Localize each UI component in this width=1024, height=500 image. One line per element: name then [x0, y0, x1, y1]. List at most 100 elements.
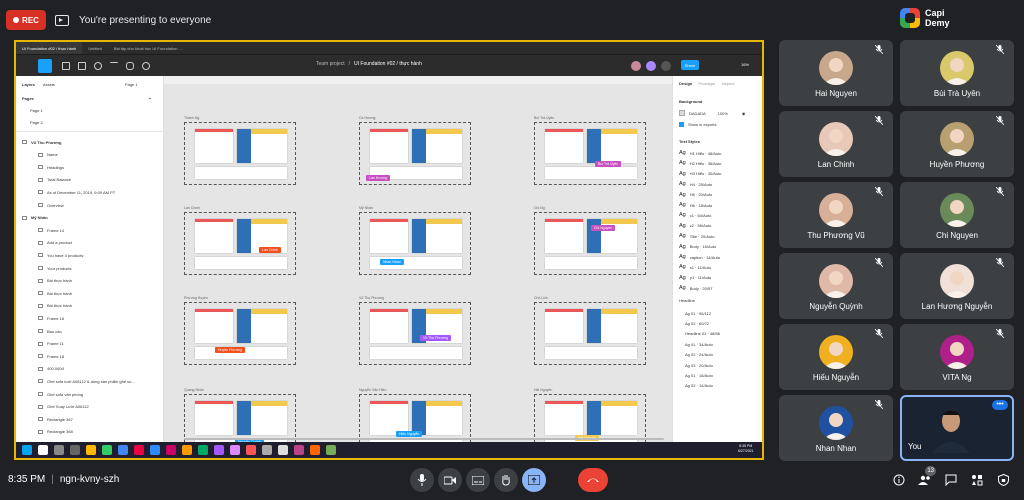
frame-label[interactable]: Chồ Linh — [534, 296, 548, 300]
shape-tool-icon[interactable] — [78, 62, 86, 70]
frame-label[interactable]: Phương Huyền — [184, 296, 208, 300]
comment-tool-icon[interactable] — [142, 62, 150, 70]
collaborator-avatar[interactable] — [631, 61, 641, 71]
headline-item[interactable]: Headline 03 · 48/56 — [685, 329, 720, 339]
participant-tile[interactable]: Lan Hương Nguyễn — [900, 253, 1014, 319]
taskbar-app-icon[interactable] — [86, 445, 96, 455]
captions-button[interactable] — [466, 468, 490, 492]
headline-item[interactable]: Ag 02 · 60/72 — [685, 318, 709, 328]
text-style-item[interactable]: Ag Body · 16/Auto — [679, 242, 716, 252]
headline-item[interactable]: Ag 01 · 96/112 — [685, 308, 711, 318]
end-call-button[interactable] — [578, 468, 608, 492]
microphone-button[interactable] — [410, 468, 434, 492]
participant-tile[interactable]: Bùi Trà Uyên — [900, 40, 1014, 106]
participant-tile[interactable]: Chi Nguyen — [900, 182, 1014, 248]
text-style-item[interactable]: Ag Title · 20/Auto — [679, 231, 715, 241]
design-frame[interactable]: Nhan Nhan — [359, 212, 471, 275]
layer-item[interactable]: Vũ Thu Phương — [22, 136, 170, 148]
text-style-item[interactable]: Ag H1 Hiểu · 48/Auto — [679, 148, 722, 158]
layer-item[interactable]: Mỹ Nhân — [22, 212, 170, 224]
participant-tile[interactable]: Huyền Phương — [900, 111, 1014, 177]
text-style-item[interactable]: Ag s1 · 11/Auto — [679, 262, 711, 272]
raise-hand-button[interactable] — [494, 468, 518, 492]
headline-group[interactable]: Headline — [679, 296, 695, 306]
frame-label[interactable]: Quang Nhân — [184, 388, 204, 392]
text-style-item[interactable]: Ag H5 · 20/Auto — [679, 190, 712, 200]
participant-tile[interactable]: Thu Phương Vũ — [779, 182, 893, 248]
taskbar-app-icon[interactable] — [150, 445, 160, 455]
frame-label[interactable]: Hải Nguyên — [534, 388, 552, 392]
participant-tile[interactable]: VITA Ng — [900, 324, 1014, 390]
design-frame[interactable]: Lan Chinh — [184, 212, 296, 275]
presenting-banner[interactable]: You're presenting to everyone — [55, 8, 211, 32]
participant-tile[interactable]: You ••• — [900, 395, 1014, 461]
taskbar-app-icon[interactable] — [118, 445, 128, 455]
people-button[interactable]: 13 — [917, 466, 936, 488]
taskbar-app-icon[interactable] — [230, 445, 240, 455]
frame-label[interactable]: Cà Hương — [359, 116, 376, 120]
figma-tab[interactable]: UI Foundation #02 / thực hành — [16, 42, 83, 54]
frame-label[interactable]: Lan Chinh — [184, 206, 200, 210]
taskbar-app-icon[interactable] — [198, 445, 208, 455]
taskbar-app-icon[interactable] — [166, 445, 176, 455]
text-tool-icon[interactable] — [110, 62, 118, 70]
design-frame[interactable]: Chi Nguyen — [534, 212, 646, 275]
layers-tab[interactable]: Layers — [22, 82, 35, 87]
taskbar-app-icon[interactable] — [102, 445, 112, 455]
hand-tool-icon[interactable] — [126, 62, 134, 70]
design-frame[interactable] — [184, 122, 296, 185]
collaborator-avatar[interactable] — [661, 61, 671, 71]
taskbar-app-icon[interactable] — [246, 445, 256, 455]
page-selector[interactable]: Page 1 — [125, 82, 138, 87]
participant-tile[interactable]: Hiếu Nguyễn — [779, 324, 893, 390]
design-tab[interactable]: Design — [679, 81, 692, 86]
collaborator-avatar[interactable] — [646, 61, 656, 71]
participant-tile[interactable]: Nhan Nhan — [779, 395, 893, 461]
present-now-button[interactable] — [522, 468, 546, 492]
inspect-tab[interactable]: Inspect — [721, 81, 734, 86]
figma-tab[interactable]: Untitled — [82, 42, 108, 54]
move-tool-icon[interactable] — [38, 59, 52, 73]
assets-tab[interactable]: Assets — [43, 82, 55, 87]
page-item[interactable]: Page 1 — [30, 108, 43, 113]
bg-opacity[interactable]: 100% — [718, 111, 728, 116]
taskbar-app-icon[interactable] — [294, 445, 304, 455]
share-button[interactable]: Share — [681, 60, 699, 70]
frame-label[interactable]: Thành Ng — [184, 116, 199, 120]
text-style-item[interactable]: Ag H6 · 18/Auto — [679, 200, 712, 210]
document-title[interactable]: Team project / UI Foundation #02 / thực … — [316, 61, 422, 67]
design-frame[interactable]: Bùi Trà Uyên — [534, 122, 646, 185]
bg-swatch[interactable] — [679, 110, 685, 116]
frame-label[interactable]: Nguyễn Văn Hiếu — [359, 388, 386, 392]
participant-tile[interactable]: Lan Chinh — [779, 111, 893, 177]
design-frame[interactable]: Huyền Phương — [184, 302, 296, 365]
taskbar-app-icon[interactable] — [326, 445, 336, 455]
taskbar-app-icon[interactable] — [214, 445, 224, 455]
chat-button[interactable] — [943, 472, 959, 488]
text-style-item[interactable]: Ag H2 Hiểu · 36/Auto — [679, 158, 722, 168]
taskbar-app-icon[interactable] — [134, 445, 144, 455]
text-style-item[interactable]: Ag Body · 20/57 — [679, 283, 712, 293]
taskbar-app-icon[interactable] — [278, 445, 288, 455]
headline-item[interactable]: Ag 02 · 14/Auto — [685, 381, 713, 391]
taskbar-app-icon[interactable] — [54, 445, 64, 455]
meeting-code[interactable]: ngn-kvny-szh — [60, 474, 119, 485]
text-style-item[interactable]: Ag p1 · 11/Auto — [679, 273, 711, 283]
camera-button[interactable] — [438, 468, 462, 492]
frame-tool-icon[interactable] — [62, 62, 70, 70]
headline-item[interactable]: Ag 01 · 16/Auto — [685, 370, 713, 380]
taskbar-app-icon[interactable] — [182, 445, 192, 455]
windows-start-icon[interactable] — [22, 445, 32, 455]
add-page-icon[interactable]: + — [149, 96, 151, 101]
figma-menu-icon[interactable] — [20, 59, 34, 73]
pen-tool-icon[interactable] — [94, 62, 102, 70]
horizontal-scrollbar[interactable] — [184, 438, 664, 440]
text-style-item[interactable]: Ag caption · 14/Auto — [679, 252, 720, 262]
frame-label[interactable]: Bùi Trà Uyên — [534, 116, 554, 120]
more-options-icon[interactable]: ••• — [992, 400, 1008, 410]
figma-tab[interactable]: Bài tập cho khoá học UI Foundation ... — [108, 42, 188, 54]
text-style-item[interactable]: Ag H4 · 25/Auto — [679, 179, 712, 189]
meeting-details-button[interactable] — [891, 472, 907, 488]
bg-hex[interactable]: DADADA — [689, 111, 706, 116]
taskbar-app-icon[interactable] — [262, 445, 272, 455]
